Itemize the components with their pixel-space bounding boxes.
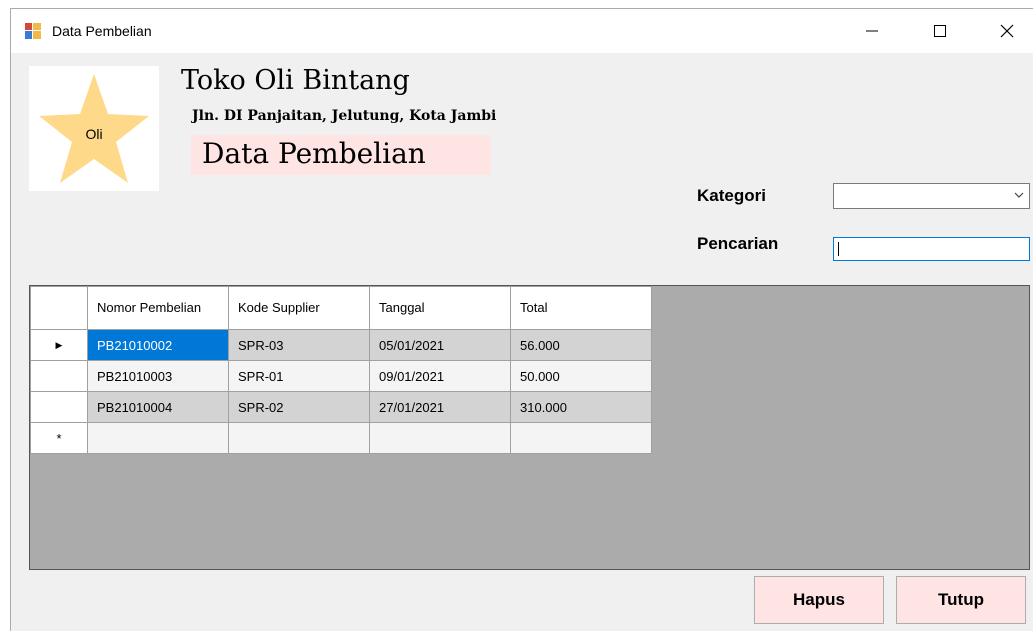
page-title: Data Pembelian: [202, 137, 426, 170]
cell-kode-supplier[interactable]: SPR-03: [228, 329, 370, 361]
column-header-total[interactable]: Total: [510, 286, 652, 330]
minimize-button[interactable]: [849, 9, 895, 53]
column-header-nomor-pembelian[interactable]: Nomor Pembelian: [87, 286, 229, 330]
new-row[interactable]: *: [30, 422, 652, 454]
table-row[interactable]: PB21010004 SPR-02 27/01/2021 310.000: [30, 391, 652, 423]
form-icon: [25, 23, 41, 39]
text-caret: [838, 242, 839, 256]
column-header-kode-supplier[interactable]: Kode Supplier: [228, 286, 370, 330]
chevron-down-icon: [1014, 192, 1024, 198]
pembelian-table: Nomor Pembelian Kode Supplier Tanggal To…: [30, 286, 652, 454]
cell-total[interactable]: 50.000: [510, 360, 652, 392]
new-row-marker[interactable]: *: [30, 422, 88, 454]
new-cell[interactable]: [228, 422, 370, 454]
pencarian-label: Pencarian: [697, 234, 779, 253]
cell-tanggal[interactable]: 09/01/2021: [369, 360, 511, 392]
row-header[interactable]: [30, 360, 88, 392]
new-cell[interactable]: [510, 422, 652, 454]
maximize-icon: [934, 25, 946, 37]
page-title-banner: Data Pembelian: [191, 135, 491, 175]
cell-nomor-pembelian[interactable]: PB21010004: [87, 391, 229, 423]
table-row[interactable]: ▶ PB21010002 SPR-03 05/01/2021 56.000: [30, 329, 652, 361]
cell-tanggal[interactable]: 05/01/2021: [369, 329, 511, 361]
row-header[interactable]: [30, 391, 88, 423]
cell-tanggal[interactable]: 27/01/2021: [369, 391, 511, 423]
logo-text: Oli: [85, 126, 103, 142]
new-cell[interactable]: [369, 422, 511, 454]
kategori-select[interactable]: [833, 183, 1030, 209]
logo: Oli: [29, 66, 159, 191]
close-button[interactable]: [984, 9, 1030, 53]
row-header-corner[interactable]: [30, 286, 88, 330]
main-window: Data Pembelian Oli Toko Oli Bintang Jln.…: [10, 8, 1033, 631]
kategori-label: Kategori: [697, 186, 766, 205]
cell-kode-supplier[interactable]: SPR-02: [228, 391, 370, 423]
shop-address: Jln. DI Panjaitan, Jelutung, Kota Jambi: [192, 108, 497, 124]
maximize-button[interactable]: [917, 9, 963, 53]
data-grid[interactable]: Nomor Pembelian Kode Supplier Tanggal To…: [29, 285, 1030, 570]
cell-total[interactable]: 310.000: [510, 391, 652, 423]
hapus-button[interactable]: Hapus: [754, 576, 884, 624]
shop-name: Toko Oli Bintang: [181, 65, 410, 96]
table-row[interactable]: PB21010003 SPR-01 09/01/2021 50.000: [30, 360, 652, 392]
search-input[interactable]: [833, 237, 1030, 261]
current-row-marker[interactable]: ▶: [30, 329, 88, 361]
tutup-button[interactable]: Tutup: [896, 576, 1026, 624]
close-icon: [1000, 24, 1014, 38]
column-header-tanggal[interactable]: Tanggal: [369, 286, 511, 330]
cell-total[interactable]: 56.000: [510, 329, 652, 361]
cell-nomor-pembelian[interactable]: PB21010003: [87, 360, 229, 392]
cell-kode-supplier[interactable]: SPR-01: [228, 360, 370, 392]
new-cell[interactable]: [87, 422, 229, 454]
cell-nomor-pembelian[interactable]: PB21010002: [87, 329, 229, 361]
header-row: Nomor Pembelian Kode Supplier Tanggal To…: [30, 286, 652, 330]
title-bar[interactable]: Data Pembelian: [11, 9, 1033, 53]
minimize-icon: [866, 30, 878, 32]
window-title: Data Pembelian: [52, 23, 152, 39]
